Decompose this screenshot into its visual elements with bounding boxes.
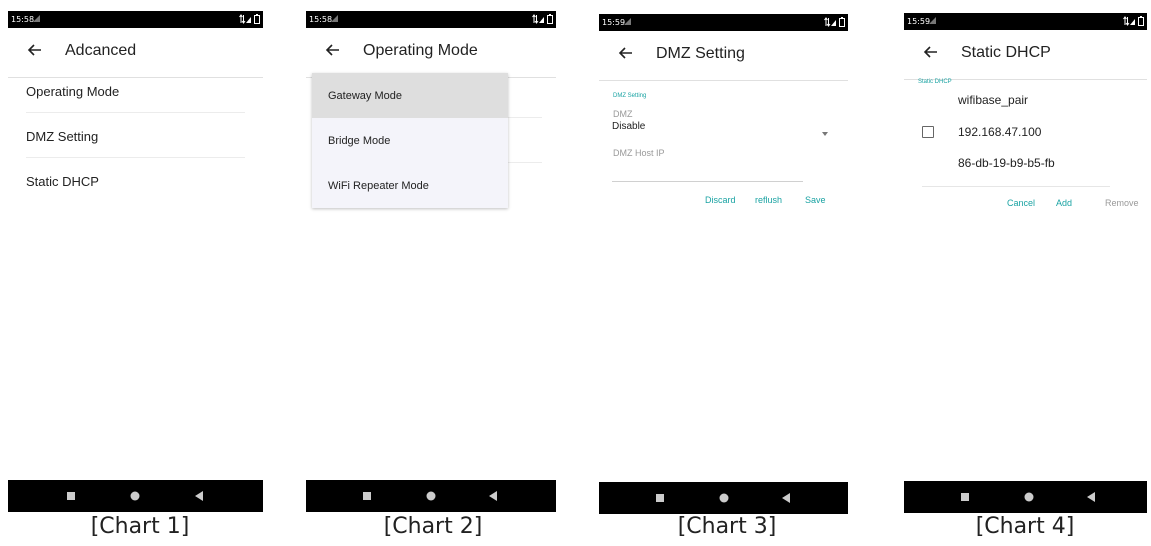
- home-circle-icon[interactable]: [424, 489, 438, 503]
- signal-icon: [32, 14, 41, 23]
- option-gateway-mode[interactable]: Gateway Mode: [312, 73, 508, 118]
- data-transfer-icon: [239, 14, 251, 24]
- dhcp-entry-divider: [922, 186, 1110, 187]
- option-bridge-mode[interactable]: Bridge Mode: [312, 118, 508, 163]
- data-transfer-icon: [824, 17, 836, 27]
- menu-item-label: Operating Mode: [26, 84, 120, 99]
- dhcp-entry-ip: 192.168.47.100: [958, 125, 1042, 139]
- status-bar: 15:58: [8, 11, 263, 28]
- status-time: 15:58: [11, 15, 35, 24]
- status-time: 15:58: [309, 15, 333, 24]
- menu-item-label: DMZ Setting: [26, 129, 99, 144]
- app-bar: DMZ Setting: [599, 31, 848, 81]
- signal-icon: [330, 14, 339, 23]
- page-title: Static DHCP: [961, 44, 1051, 61]
- navigation-bar: [904, 481, 1147, 513]
- dhcp-entry-mac: 86-db-19-b9-b5-fb: [958, 156, 1055, 170]
- status-time: 15:59: [907, 17, 931, 26]
- battery-icon: [254, 14, 260, 24]
- option-label: Bridge Mode: [328, 135, 391, 147]
- back-triangle-icon[interactable]: [779, 491, 793, 505]
- status-bar: 15:59: [904, 13, 1147, 30]
- discard-button[interactable]: Discard: [705, 195, 736, 205]
- option-label: Gateway Mode: [328, 90, 402, 102]
- home-circle-icon[interactable]: [128, 489, 142, 503]
- back-arrow-icon[interactable]: [617, 44, 635, 62]
- signal-icon: [623, 17, 632, 26]
- remove-button[interactable]: Remove: [1105, 198, 1139, 208]
- screen-operating-mode: 15:58 Operating Mode Gateway Mode Bridge…: [306, 11, 556, 512]
- screen-static-dhcp: 15:59 Static DHCP Static DHCP wifibase_p…: [904, 13, 1147, 513]
- signal-icon: [928, 16, 937, 25]
- option-label: WiFi Repeater Mode: [328, 180, 429, 192]
- recent-apps-square-icon[interactable]: [64, 489, 78, 503]
- dhcp-entry-name: wifibase_pair: [958, 93, 1029, 107]
- back-arrow-icon[interactable]: [324, 41, 342, 59]
- back-triangle-icon[interactable]: [486, 489, 500, 503]
- navigation-bar: [8, 480, 263, 512]
- back-triangle-icon[interactable]: [1084, 490, 1098, 504]
- status-bar: 15:59: [599, 14, 848, 31]
- recent-apps-square-icon[interactable]: [360, 489, 374, 503]
- status-time: 15:59: [602, 18, 626, 27]
- battery-icon: [547, 14, 553, 24]
- data-transfer-icon: [1123, 16, 1135, 26]
- operating-mode-options-popup: Gateway Mode Bridge Mode WiFi Repeater M…: [312, 73, 508, 208]
- page-title: Adcanced: [65, 42, 137, 59]
- caption-chart-2: [Chart 2]: [383, 514, 483, 539]
- page-title: Operating Mode: [363, 42, 478, 59]
- home-circle-icon[interactable]: [1022, 490, 1036, 504]
- screen-dmz-setting: 15:59 DMZ Setting DMZ Setting DMZ Disabl…: [599, 14, 848, 514]
- navigation-bar: [599, 482, 848, 514]
- home-circle-icon[interactable]: [717, 491, 731, 505]
- navigation-bar: [306, 480, 556, 512]
- battery-icon: [1138, 16, 1144, 26]
- battery-icon: [839, 17, 845, 27]
- status-bar: 15:58: [306, 11, 556, 28]
- back-arrow-icon[interactable]: [922, 43, 940, 61]
- dhcp-entry-checkbox[interactable]: [922, 126, 934, 138]
- dmz-label: DMZ: [613, 109, 633, 119]
- caption-chart-4: [Chart 4]: [975, 514, 1075, 539]
- save-button[interactable]: Save: [805, 195, 826, 205]
- dmz-select-value[interactable]: Disable: [612, 121, 645, 132]
- dmz-host-ip-input[interactable]: [612, 181, 803, 182]
- app-bar: Operating Mode: [306, 28, 556, 78]
- add-button[interactable]: Add: [1056, 198, 1072, 208]
- caption-chart-1: [Chart 1]: [90, 514, 190, 539]
- section-label: DMZ Setting: [613, 93, 647, 99]
- recent-apps-square-icon[interactable]: [653, 491, 667, 505]
- menu-item-label: Static DHCP: [26, 174, 99, 189]
- back-arrow-icon[interactable]: [26, 41, 44, 59]
- menu-item-static-dhcp[interactable]: Static DHCP: [26, 158, 245, 203]
- recent-apps-square-icon[interactable]: [958, 490, 972, 504]
- dmz-host-ip-label: DMZ Host IP: [613, 148, 665, 158]
- page-title: DMZ Setting: [656, 45, 745, 62]
- caption-chart-3: [Chart 3]: [677, 514, 777, 539]
- caret-down-icon[interactable]: [821, 124, 829, 136]
- option-wifi-repeater-mode[interactable]: WiFi Repeater Mode: [312, 163, 508, 208]
- app-bar: Static DHCP: [904, 30, 1147, 80]
- screen-advanced: 15:58 Adcanced Operating Mode DMZ Settin…: [8, 11, 263, 512]
- section-label: Static DHCP: [918, 79, 952, 85]
- cancel-button[interactable]: Cancel: [1007, 198, 1035, 208]
- data-transfer-icon: [532, 14, 544, 24]
- menu-item-operating-mode[interactable]: Operating Mode: [26, 68, 245, 113]
- menu-item-dmz-setting[interactable]: DMZ Setting: [26, 113, 245, 158]
- refresh-button[interactable]: reflush: [755, 195, 782, 205]
- back-triangle-icon[interactable]: [192, 489, 206, 503]
